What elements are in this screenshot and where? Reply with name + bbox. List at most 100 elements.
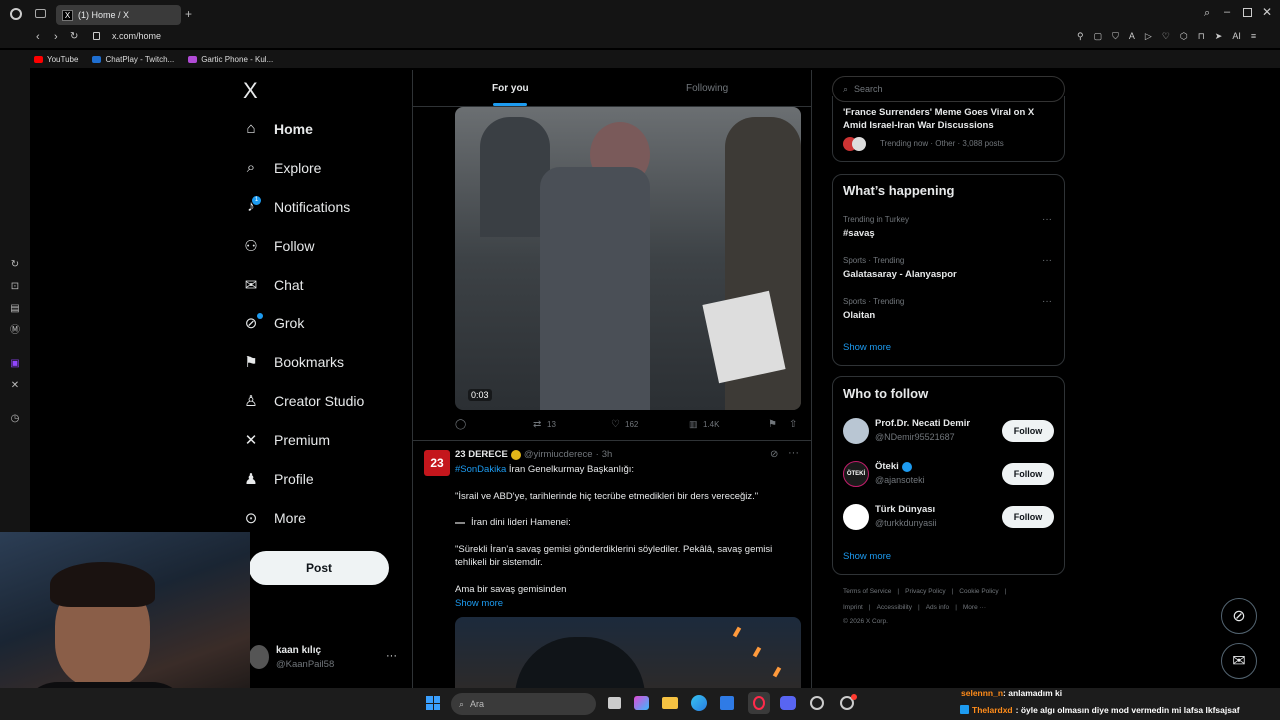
follow-button[interactable]: Follow <box>1002 463 1054 485</box>
twitch-icon[interactable]: ▣ <box>9 358 21 370</box>
reply-icon[interactable]: ◯ <box>455 419 466 430</box>
views-icon[interactable]: ▥ <box>689 419 698 430</box>
follow-avatar[interactable] <box>843 418 869 444</box>
retweet-icon[interactable]: ⇄ <box>533 419 541 430</box>
show-more-link[interactable]: Show more <box>843 342 891 353</box>
pin-icon[interactable]: ⚲ <box>1077 31 1084 42</box>
nav-premium[interactable]: ✕ Premium <box>242 431 330 449</box>
search-tabs-icon[interactable]: ⌕ <box>1204 7 1210 20</box>
footer-link[interactable]: Terms of Service <box>843 588 891 595</box>
translate-icon[interactable]: A <box>1129 31 1135 42</box>
tweet-more-icon[interactable]: ··· <box>788 447 799 459</box>
history-icon[interactable]: ↻ <box>9 259 21 271</box>
snapshot-icon[interactable]: ▢ <box>1094 31 1103 42</box>
edge-icon[interactable] <box>691 695 707 711</box>
bookmark-tweet-icon[interactable]: ⚑ <box>768 419 777 430</box>
wallet-icon[interactable]: ▤ <box>9 303 21 315</box>
menu-icon[interactable]: ≡ <box>1251 31 1256 42</box>
footer-link[interactable]: Privacy Policy <box>905 588 945 595</box>
nav-bookmarks[interactable]: ⚑ Bookmarks <box>242 353 344 371</box>
extensions-icon[interactable]: ⬡ <box>1180 31 1188 42</box>
x-sidebar-icon[interactable]: ✕ <box>9 380 21 392</box>
follow-name[interactable]: Prof.Dr. Necati Demir <box>875 418 970 429</box>
task-view-icon[interactable] <box>608 697 621 709</box>
nav-follow[interactable]: ⚇ Follow <box>242 237 314 255</box>
minimize-icon[interactable]: – <box>1224 6 1230 18</box>
grok-tweet-icon[interactable]: ⊘ <box>770 449 778 460</box>
bookmark-youtube[interactable]: YouTube <box>34 55 78 64</box>
discord-icon[interactable] <box>780 696 796 710</box>
like-icon[interactable]: ♡ <box>611 419 620 430</box>
x-logo-icon[interactable]: X <box>243 78 258 104</box>
nav-grok[interactable]: ⊘ Grok <box>242 314 305 332</box>
footer-link[interactable]: More ··· <box>963 604 986 611</box>
follow-avatar[interactable] <box>843 504 869 530</box>
trend-headline[interactable]: 'France Surrenders' Meme Goes Viral on X… <box>843 106 1053 132</box>
nav-creator-studio[interactable]: ♙ Creator Studio <box>242 392 364 410</box>
tweet[interactable] <box>413 440 811 441</box>
send-icon[interactable]: ➤ <box>1215 31 1223 42</box>
follow-name-row[interactable]: Öteki <box>875 461 912 472</box>
nav-profile[interactable]: ♟ Profile <box>242 470 313 488</box>
opera-logo-icon[interactable] <box>10 8 22 20</box>
tweet-author[interactable]: 23 DERECE <box>455 449 508 460</box>
tweet-time[interactable]: 3h <box>602 449 613 460</box>
trend-more-icon[interactable]: ··· <box>1042 255 1052 266</box>
trend-more-icon[interactable]: ··· <box>1042 296 1052 307</box>
browser-tab[interactable]: X (1) Home / X <box>56 5 181 25</box>
close-icon[interactable]: ✕ <box>1262 5 1272 19</box>
trend-name[interactable]: Galatasaray - Alanyaspor <box>843 269 957 280</box>
tweet-handle[interactable]: @yirmiucderece <box>524 449 593 460</box>
show-more-link[interactable]: Show more <box>455 597 800 610</box>
trend-more-icon[interactable]: ··· <box>1042 214 1052 225</box>
account-more-icon[interactable]: ··· <box>386 650 397 662</box>
heart-icon[interactable]: ♡ <box>1162 31 1170 42</box>
lock-wallet-icon[interactable]: ⊓ <box>1198 31 1205 42</box>
account-avatar[interactable] <box>249 645 269 669</box>
bookmark-chatplay[interactable]: ChatPlay - Twitch... <box>92 55 174 64</box>
post-button[interactable]: Post <box>249 551 389 585</box>
maximize-icon[interactable] <box>1243 8 1252 17</box>
follow-button[interactable]: Follow <box>1002 420 1054 442</box>
store-icon[interactable] <box>720 696 734 710</box>
nav-chat[interactable]: ✉ Chat <box>242 276 304 294</box>
clock-icon[interactable]: ◷ <box>9 413 21 425</box>
footer-link[interactable]: Accessibility <box>877 604 912 611</box>
footer-link[interactable]: Ads info <box>926 604 950 611</box>
show-more-link[interactable]: Show more <box>843 551 891 562</box>
reload-icon[interactable]: ↻ <box>70 31 78 42</box>
m-icon[interactable]: Ⓜ <box>9 325 21 337</box>
ai-label[interactable]: AI <box>1232 31 1241 42</box>
share-icon[interactable]: ⇧ <box>789 419 797 430</box>
bag-icon[interactable]: ⊡ <box>9 281 21 293</box>
follow-name[interactable]: Türk Dünyası <box>875 504 935 515</box>
tweet-avatar[interactable]: 23 <box>424 450 450 476</box>
grok-float-icon[interactable]: ⊘ <box>1221 598 1257 634</box>
copilot-icon[interactable] <box>634 696 649 710</box>
nav-explore[interactable]: ⌕ Explore <box>242 159 322 176</box>
shield-icon[interactable]: ⛉ <box>1112 31 1119 42</box>
tab-for-you[interactable]: For you <box>492 83 529 94</box>
bookmark-gartic[interactable]: Gartic Phone - Kul... <box>188 55 273 64</box>
tab-overview-icon[interactable] <box>35 9 46 18</box>
follow-avatar[interactable]: ÖTEKİ <box>843 461 869 487</box>
nav-more[interactable]: ⊙ More <box>242 509 306 527</box>
windows-start-icon[interactable] <box>426 696 440 710</box>
follow-button[interactable]: Follow <box>1002 506 1054 528</box>
trend-name[interactable]: Olaitan <box>843 310 875 321</box>
forward-icon[interactable]: › <box>54 31 58 43</box>
taskbar-search[interactable]: ⌕ Ara <box>451 693 596 715</box>
tweet-video[interactable]: 0:03 <box>455 107 801 410</box>
back-icon[interactable]: ‹ <box>36 31 40 43</box>
opera-taskbar-icon[interactable] <box>748 692 770 714</box>
tab-following[interactable]: Following <box>686 83 728 94</box>
tweet-image[interactable] <box>455 617 801 688</box>
footer-link[interactable]: Imprint <box>843 604 863 611</box>
messages-float-icon[interactable]: ✉ <box>1221 643 1257 679</box>
play-icon[interactable]: ▷ <box>1145 31 1152 42</box>
file-explorer-icon[interactable] <box>662 697 678 709</box>
hashtag-link[interactable]: #SonDakika <box>455 464 506 475</box>
trend-name[interactable]: #savaş <box>843 228 875 239</box>
new-tab-icon[interactable]: + <box>185 7 192 21</box>
footer-link[interactable]: Cookie Policy <box>959 588 998 595</box>
